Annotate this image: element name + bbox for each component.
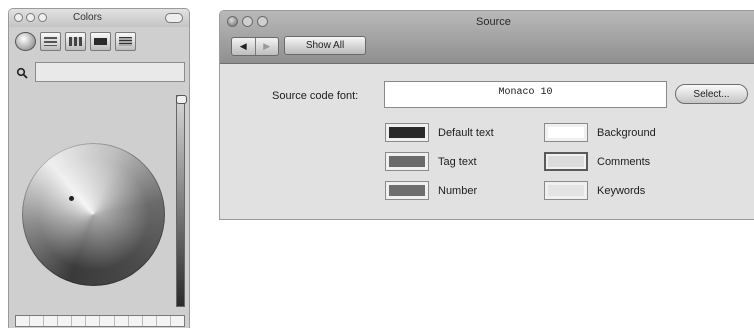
background-color-fill (548, 127, 584, 138)
color-row-default-text: Default text (385, 123, 494, 142)
brightness-slider-knob[interactable] (176, 95, 187, 104)
back-arrow-icon[interactable]: ◀ (232, 38, 256, 55)
show-all-button[interactable]: Show All (284, 36, 366, 55)
tag-text-color-fill (389, 156, 425, 167)
keywords-color-fill (548, 185, 584, 196)
source-font-label: Source code font: (272, 90, 359, 102)
image-palettes-icon[interactable] (90, 31, 111, 51)
color-sliders-icon[interactable] (40, 31, 61, 51)
swatch-cell[interactable] (129, 316, 143, 326)
color-wheel-icon[interactable] (15, 31, 36, 51)
comments-label: Comments (597, 155, 651, 168)
back-forward-control: ◀ ▶ (231, 37, 279, 56)
background-label: Background (597, 126, 656, 139)
forward-arrow-icon[interactable]: ▶ (256, 38, 279, 55)
default-text-color-fill (389, 127, 425, 138)
window-controls (14, 13, 47, 22)
tag-text-color-well[interactable] (385, 152, 429, 171)
color-row-keywords: Keywords (544, 181, 645, 200)
swatch-cell[interactable] (100, 316, 115, 326)
tag-text-label: Tag text (438, 155, 477, 168)
swatch-cell[interactable] (143, 316, 157, 326)
color-row-number: Number (385, 181, 477, 200)
color-wheel-marker[interactable] (69, 196, 74, 201)
number-color-fill (389, 185, 425, 196)
colors-panel: Colors (8, 8, 190, 328)
source-font-field[interactable]: Monaco 10 (384, 81, 667, 108)
keywords-color-well[interactable] (544, 181, 588, 200)
default-text-color-well[interactable] (385, 123, 429, 142)
swatch-cell[interactable] (16, 316, 31, 326)
comments-color-fill (548, 156, 584, 167)
background-color-well[interactable] (544, 123, 588, 142)
default-text-label: Default text (438, 126, 494, 139)
colors-panel-titlebar[interactable]: Colors (9, 9, 189, 27)
color-row-comments: Comments (544, 152, 650, 171)
color-row-tag-text: Tag text (385, 152, 477, 171)
source-window-titlebar[interactable]: Source ◀ ▶ Show All (220, 11, 754, 64)
swatch-cell[interactable] (72, 316, 87, 326)
zoom-button[interactable] (257, 16, 268, 27)
color-mode-toolbar (15, 30, 136, 52)
swatch-cell[interactable] (157, 316, 171, 326)
source-preferences-window: Source ◀ ▶ Show All Source code font: Mo… (219, 10, 754, 220)
color-palettes-icon[interactable] (65, 31, 86, 51)
swatch-tray[interactable] (15, 315, 185, 327)
swatch-cell[interactable] (30, 316, 45, 326)
crayons-icon[interactable] (115, 31, 136, 51)
color-row-background: Background (544, 123, 656, 142)
window-title: Source (476, 16, 511, 28)
brightness-slider[interactable] (176, 95, 185, 307)
color-wheel[interactable] (22, 143, 165, 286)
close-button[interactable] (227, 16, 238, 27)
number-color-well[interactable] (385, 181, 429, 200)
swatch-cell[interactable] (115, 316, 129, 326)
window-controls (227, 16, 268, 27)
swatch-cell[interactable] (44, 316, 59, 326)
close-button[interactable] (14, 13, 23, 22)
swatch-cell[interactable] (58, 316, 73, 326)
comments-color-well[interactable] (544, 152, 588, 171)
color-sample-field[interactable] (35, 62, 185, 82)
colors-panel-title: Colors (73, 12, 102, 23)
minimize-button[interactable] (26, 13, 35, 22)
zoom-button[interactable] (38, 13, 47, 22)
magnifier-icon[interactable] (16, 67, 28, 79)
keywords-label: Keywords (597, 184, 646, 197)
toolbar-toggle-button[interactable] (165, 13, 183, 23)
swatch-cell[interactable] (171, 316, 184, 326)
number-label: Number (438, 184, 478, 197)
swatch-cell[interactable] (86, 316, 101, 326)
select-font-button[interactable]: Select... (675, 84, 748, 104)
minimize-button[interactable] (242, 16, 253, 27)
